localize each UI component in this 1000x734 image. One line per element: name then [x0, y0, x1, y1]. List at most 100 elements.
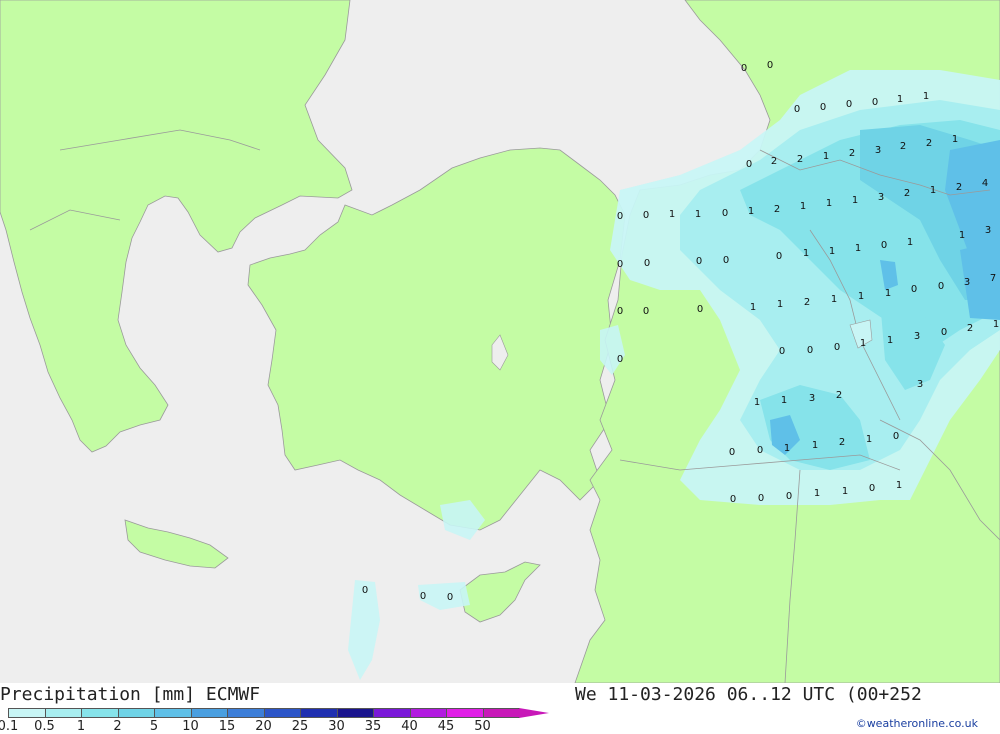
precip-label: 2: [836, 390, 842, 401]
precip-label: 0: [941, 327, 947, 338]
legend-tick: 15: [218, 719, 236, 734]
map-canvas: 0 0 0 0 0 0 1 1 1 2 2 3 2 1 2 2 0 4 2 1 2 3 1 1 1 2 1 0 1 1 0 0 3 1 1 0 1 1 1 0…: [0, 0, 1000, 684]
precip-label: 0: [617, 306, 623, 317]
precip-label: 3: [914, 331, 920, 342]
precip-label: 0: [617, 259, 623, 270]
precip-label: 0: [881, 240, 887, 251]
precip-label: 0: [617, 211, 623, 222]
map-title: Precipitation [mm] ECMWF: [0, 684, 261, 705]
precip-label: 4: [982, 178, 988, 189]
precip-label: 2: [804, 297, 810, 308]
precip-label: 0: [767, 60, 773, 71]
precip-label: 1: [826, 198, 832, 209]
precip-label: 0: [729, 447, 735, 458]
precip-label: 2: [771, 156, 777, 167]
precip-label: 2: [849, 148, 855, 159]
legend-swatch: [336, 708, 374, 718]
precip-label: 1: [858, 291, 864, 302]
legend-tick: 2: [113, 719, 122, 734]
legend-swatch: [263, 708, 301, 718]
precip-label: 1: [814, 488, 820, 499]
precip-label: 3: [809, 393, 815, 404]
legend-tick: 40: [401, 719, 418, 734]
precip-label: 1: [781, 395, 787, 406]
legend-tick: 10: [182, 719, 199, 734]
precip-label: 1: [930, 185, 936, 196]
legend-swatch: [117, 708, 155, 718]
precip-label: 2: [900, 141, 906, 152]
precip-label: 0: [776, 251, 782, 262]
precip-label: 0: [741, 63, 747, 74]
precip-label: 2: [956, 182, 962, 193]
legend-swatch: [482, 708, 520, 718]
precip-label: 0: [911, 284, 917, 295]
legend-tick: 35: [364, 719, 382, 734]
precip-label: 0: [834, 342, 840, 353]
precip-label: 1: [852, 195, 858, 206]
precip-label: 0: [746, 159, 752, 170]
precip-label: 0: [696, 256, 702, 267]
legend-swatch: [227, 708, 265, 718]
precip-label: 1: [754, 397, 760, 408]
precip-label: 0: [872, 97, 878, 108]
legend-tick: 25: [291, 719, 309, 734]
legend-arrow: [519, 708, 549, 718]
precip-label: 3: [878, 192, 884, 203]
precip-label: 3: [985, 225, 991, 236]
legend-swatch: [154, 708, 192, 718]
precip-label: 0: [447, 592, 453, 603]
precip-label: 0: [869, 483, 875, 494]
legend-swatch: [446, 708, 484, 718]
precip-label: 3: [917, 379, 923, 390]
precipitation-map: 0 0 0 0 0 0 1 1 1 2 2 3 2 1 2 2 0 4 2 1 2 3 1 1 1 2 1 0 1 1 0 0 3 1 1 0 1 1 1 0…: [0, 0, 1000, 684]
precip-label: 1: [907, 237, 913, 248]
legend-tick: 0.1: [0, 719, 19, 734]
precip-label: 1: [803, 248, 809, 259]
precip-label: 0: [722, 208, 728, 219]
precip-label: 0: [893, 431, 899, 442]
legend-tick: 0.5: [34, 719, 55, 734]
precip-label: 0: [779, 346, 785, 357]
precip-label: 2: [839, 437, 845, 448]
precip-label: 0: [846, 99, 852, 110]
legend-swatch: [409, 708, 447, 718]
precip-label: 0: [938, 281, 944, 292]
precip-label: 3: [875, 145, 881, 156]
precip-label: 0: [757, 445, 763, 456]
precip-label: 0: [643, 306, 649, 317]
precip-label: 1: [842, 486, 848, 497]
precip-label: 1: [748, 206, 754, 217]
precip-label: 3: [964, 277, 970, 288]
legend-swatch: [81, 708, 119, 718]
legend-swatch: [300, 708, 338, 718]
precip-label: 2: [904, 188, 910, 199]
precip-label: 2: [967, 323, 973, 334]
precip-label: 1: [866, 434, 872, 445]
legend-tick: 50: [474, 719, 491, 734]
precip-label: 1: [855, 243, 861, 254]
precip-label: 1: [860, 338, 866, 349]
legend-tick: 1: [76, 719, 86, 734]
precip-label: 1: [959, 230, 965, 241]
precip-label: 1: [896, 480, 902, 491]
legend-tick: 20: [255, 719, 272, 734]
precip-label: 0: [758, 493, 764, 504]
precip-label: 1: [669, 209, 675, 220]
precip-label: 1: [923, 91, 929, 102]
map-footer: Precipitation [mm] ECMWF We 11-03-2026 0…: [0, 683, 1000, 734]
precip-label: 1: [784, 443, 790, 454]
precip-label: 0: [723, 255, 729, 266]
precip-label: 0: [794, 104, 800, 115]
precip-label: 1: [695, 209, 701, 220]
legend-swatch: [44, 708, 82, 718]
precip-label: 0: [643, 210, 649, 221]
precip-label: 0: [697, 304, 703, 315]
credit-link[interactable]: ©weatheronline.co.uk: [856, 717, 978, 730]
precip-label: 1: [831, 294, 837, 305]
precip-label: 1: [952, 134, 958, 145]
legend-tick: 45: [437, 719, 455, 734]
precip-label: 1: [823, 151, 829, 162]
valid-time: We 11-03-2026 06..12 UTC (00+252: [575, 684, 922, 705]
legend-swatch: [373, 708, 411, 718]
precip-label: 1: [897, 94, 903, 105]
